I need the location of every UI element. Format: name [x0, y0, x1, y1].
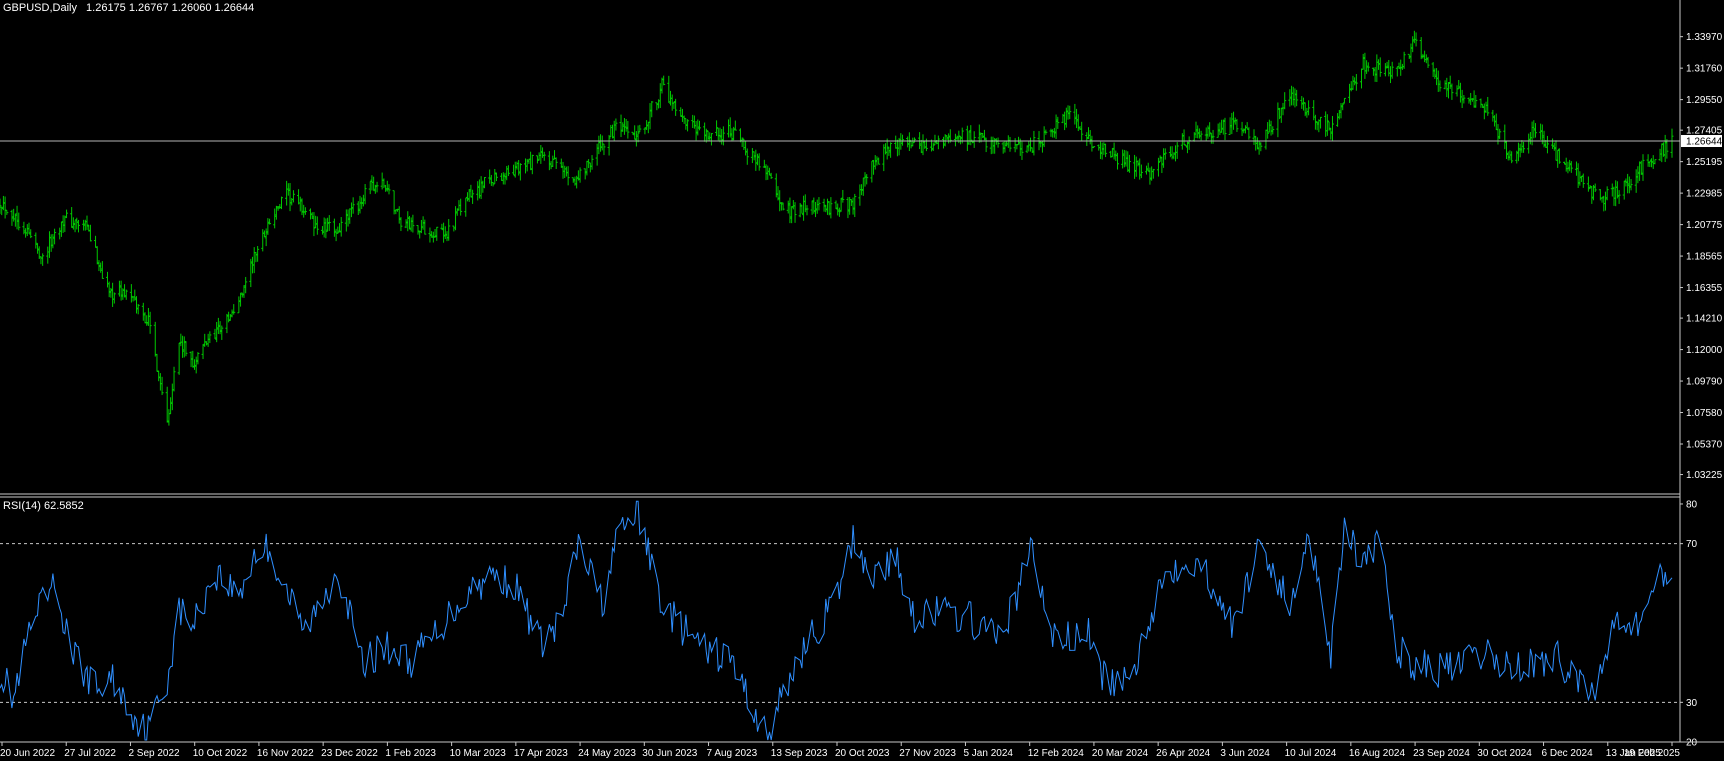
rsi-tick-label: 80 [1686, 499, 1698, 510]
price-tick-label: 1.09790 [1686, 377, 1723, 388]
price-tick-label: 1.16355 [1686, 283, 1723, 294]
time-tick-label: 23 Sep 2024 [1413, 748, 1470, 759]
time-tick-label: 6 Dec 2024 [1542, 748, 1594, 759]
time-tick-label: 10 Jul 2024 [1285, 748, 1337, 759]
time-tick-label: 3 Jun 2024 [1220, 748, 1270, 759]
time-tick-label: 20 Jun 2022 [0, 748, 55, 759]
time-tick-label: 23 Dec 2022 [321, 748, 378, 759]
rsi-tick-label: 20 [1686, 738, 1698, 749]
price-tick-label: 1.12000 [1686, 345, 1723, 356]
time-tick-label: 2 Sep 2022 [128, 748, 180, 759]
price-tick-label: 1.22985 [1686, 189, 1723, 200]
time-tick-label: 27 Jul 2022 [64, 748, 116, 759]
price-tick-label: 1.31760 [1686, 64, 1723, 75]
time-tick-label: 10 Mar 2023 [450, 748, 507, 759]
time-tick-label: 20 Mar 2024 [1092, 748, 1149, 759]
price-pane-title: GBPUSD,Daily 1.26175 1.26767 1.26060 1.2… [3, 2, 254, 14]
time-tick-label: 1 Feb 2023 [385, 748, 436, 759]
time-tick-label: 7 Aug 2023 [707, 748, 758, 759]
time-tick-label: 5 Jan 2024 [963, 748, 1013, 759]
symbol-timeframe-label: GBPUSD,Daily [3, 2, 77, 14]
price-tick-label: 1.05370 [1686, 440, 1723, 451]
price-axis: 1.339701.317601.295501.274051.251951.229… [1680, 32, 1723, 481]
time-tick-label: 30 Jun 2023 [642, 748, 697, 759]
time-tick-label: 26 Apr 2024 [1156, 748, 1210, 759]
price-tick-label: 1.14210 [1686, 314, 1723, 325]
rsi-tick-label: 30 [1686, 698, 1698, 709]
time-tick-label: 30 Oct 2024 [1477, 748, 1532, 759]
rsi-tick-label: 70 [1686, 539, 1698, 550]
price-tick-label: 1.07580 [1686, 408, 1723, 419]
price-tick-label: 1.25195 [1686, 157, 1723, 168]
time-tick-label: 10 Oct 2022 [193, 748, 248, 759]
price-tick-label: 1.18565 [1686, 252, 1723, 263]
price-tick-label: 1.03225 [1686, 470, 1723, 481]
time-tick-label: 16 Nov 2022 [257, 748, 314, 759]
price-tick-label: 1.33970 [1686, 32, 1723, 43]
current-price-tag: 1.26644 [1681, 135, 1723, 148]
time-tick-label: 27 Nov 2023 [899, 748, 956, 759]
time-tick-label: 12 Feb 2024 [1028, 748, 1085, 759]
time-tick-label: 24 May 2023 [578, 748, 636, 759]
chart-canvas[interactable]: 1.339701.317601.295501.274051.251951.229… [0, 0, 1724, 761]
ohlc-readout: 1.26175 1.26767 1.26060 1.26644 [86, 2, 254, 14]
time-tick-label: 19 Feb 2025 [1624, 748, 1681, 759]
chart-background [0, 0, 1724, 761]
trading-chart-window[interactable]: 1.33970 1.31760 1.29550 1.27405 1.25195 1.229… [0, 0, 1724, 761]
time-tick-label: 16 Aug 2024 [1349, 748, 1406, 759]
time-tick-label: 17 Apr 2023 [514, 748, 568, 759]
price-tick-label: 1.29550 [1686, 95, 1723, 106]
time-tick-label: 20 Oct 2023 [835, 748, 890, 759]
current-price-tag-text: 1.26644 [1686, 137, 1723, 148]
rsi-pane-title: RSI(14) 62.5852 [3, 500, 84, 512]
price-tick-label: 1.20775 [1686, 220, 1723, 231]
time-tick-label: 13 Sep 2023 [771, 748, 828, 759]
